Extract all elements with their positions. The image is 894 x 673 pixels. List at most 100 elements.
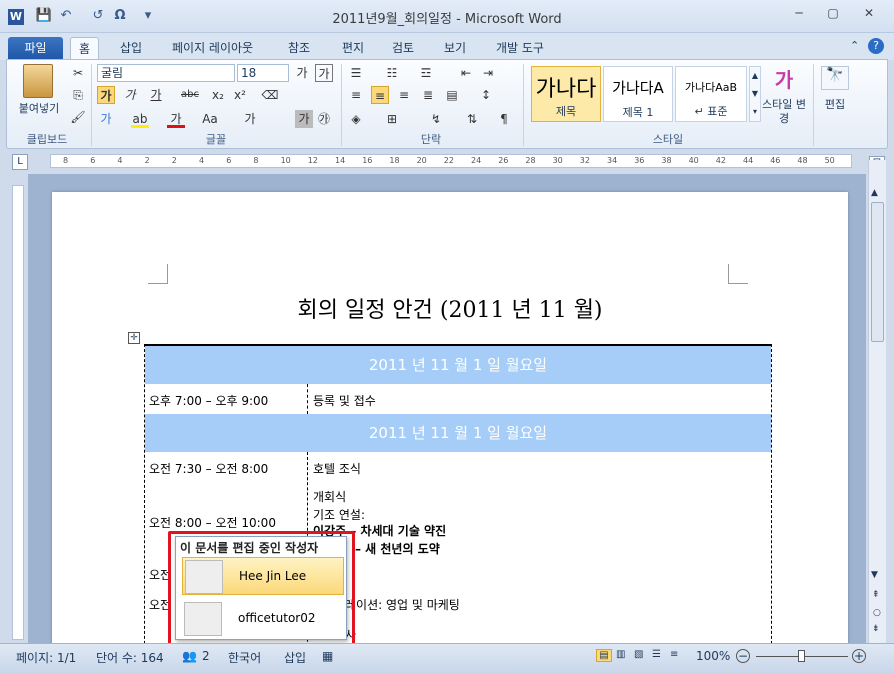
format-painter-icon[interactable]: 🖌 (69, 108, 87, 126)
sort-icon[interactable]: ⇅ (463, 110, 481, 128)
tab-references[interactable]: 참조 (280, 37, 318, 60)
macro-record-icon[interactable]: ▦ (322, 649, 333, 663)
character-shading-icon[interactable]: 가 (295, 110, 313, 128)
superscript-icon[interactable]: x² (231, 86, 249, 104)
tab-review[interactable]: 검토 (384, 37, 422, 60)
horizontal-ruler[interactable]: 8 6 4 2 2 4 6 8 10 12 14 16 18 20 22 24 26 28 30 32 34 36 38 40… (50, 154, 852, 168)
zoom-in-icon[interactable]: + (852, 649, 866, 663)
ruler-mark: 36 (634, 156, 645, 165)
tab-selector[interactable]: L (12, 154, 28, 170)
draft-icon[interactable]: ≡ (670, 649, 678, 660)
asian-layout-icon[interactable]: ↯ (427, 110, 445, 128)
vertical-ruler[interactable] (12, 185, 24, 640)
prev-page-icon[interactable]: ⇞ (872, 590, 880, 600)
paste-button[interactable]: 붙여넣기 (11, 100, 67, 116)
font-color-icon[interactable]: 가 (167, 110, 185, 128)
bold-icon[interactable]: 가 (97, 86, 115, 104)
tab-developer[interactable]: 개발 도구 (488, 37, 552, 60)
font-name-combo[interactable]: 굴림 (97, 64, 235, 82)
align-left-icon[interactable]: ≡ (347, 86, 365, 104)
scroll-up-icon[interactable]: ▲ (871, 188, 878, 198)
ruler-mark: 6 (90, 156, 96, 165)
clipboard-group-label: 클립보드 (26, 133, 68, 146)
shrink-font-icon[interactable]: 가 (315, 64, 333, 82)
increase-indent-icon[interactable]: ⇥ (479, 64, 497, 82)
strikethrough-icon[interactable]: abc (181, 86, 199, 104)
language-indicator[interactable]: 한국어 (228, 649, 261, 666)
ruler-mark: 4 (199, 156, 205, 165)
subscript-icon[interactable]: x₂ (209, 86, 227, 104)
browse-object-icon[interactable]: ○ (873, 608, 881, 618)
editing-button[interactable]: 편집 (815, 96, 855, 112)
status-bar: 페이지: 1/1 단어 수: 164 👥 2 한국어 삽입 ▦ ▤ ▥ ▧ ☰ … (0, 643, 894, 673)
table-cell-desc: 등록 및 접수 (313, 394, 376, 408)
restore-button[interactable]: ▢ (820, 6, 846, 24)
zoom-slider-thumb[interactable] (798, 650, 805, 662)
tab-insert[interactable]: 삽입 (112, 37, 150, 60)
tab-file[interactable]: 파일 (8, 37, 63, 60)
change-styles-icon[interactable]: 가 (767, 64, 801, 93)
change-case-icon[interactable]: Aa (201, 110, 219, 128)
underline-icon[interactable]: 가 (147, 86, 165, 104)
align-center-icon[interactable]: ≡ (371, 86, 389, 104)
scroll-thumb[interactable] (871, 202, 884, 342)
show-marks-icon[interactable]: ¶ (495, 110, 513, 128)
decrease-indent-icon[interactable]: ⇤ (457, 64, 475, 82)
bullets-icon[interactable]: ☰ (347, 64, 365, 82)
shading-icon[interactable]: ◈ (347, 110, 365, 128)
insert-mode-indicator[interactable]: 삽입 (284, 649, 306, 666)
grow-font-icon[interactable]: 가 (293, 64, 311, 82)
style-normal[interactable]: 가나다AaB ↵ 표준 (675, 66, 747, 122)
help-icon[interactable]: ? (868, 38, 884, 54)
window-title: 2011년9월_회의일정 - Microsoft Word (332, 12, 562, 27)
collapse-ribbon-icon[interactable]: ⌃ (850, 39, 859, 52)
vertical-scrollbar[interactable]: ▲ ▼ ⇞ ○ ⇟ (868, 160, 886, 645)
word-count[interactable]: 단어 수: 164 (96, 649, 164, 666)
style-heading1[interactable]: 가나다A 제목 1 (603, 66, 673, 122)
ruler-mark: 22 (443, 156, 454, 165)
borders-icon[interactable]: ⊞ (383, 110, 401, 128)
clear-format-icon[interactable]: ⌫ (261, 86, 279, 104)
paste-icon[interactable] (23, 64, 53, 98)
cut-icon[interactable]: ✂ (69, 64, 87, 82)
tab-page-layout[interactable]: 페이지 레이아웃 (164, 37, 261, 60)
styles-group-label: 스타일 (652, 133, 684, 146)
find-icon[interactable]: 🔭 (821, 66, 849, 90)
tab-mailings[interactable]: 편지 (334, 37, 372, 60)
table-move-handle[interactable]: ✛ (128, 332, 140, 344)
close-button[interactable]: ✕ (856, 6, 882, 24)
change-styles-button[interactable]: 스타일 변경 (761, 98, 807, 126)
tab-view[interactable]: 보기 (436, 37, 474, 60)
align-right-icon[interactable]: ≡ (395, 86, 413, 104)
styles-scroll[interactable]: ▲ ▼ ▾ (749, 66, 761, 122)
full-screen-reading-icon[interactable]: ▥ (616, 649, 625, 660)
authors-icon[interactable]: 👥 (182, 649, 197, 663)
font-size-combo[interactable]: 18 (237, 64, 289, 82)
phonetic-guide-icon[interactable]: 가 (241, 110, 259, 128)
copy-icon[interactable]: ⎘ (69, 86, 87, 104)
print-layout-icon[interactable]: ▤ (596, 649, 612, 662)
italic-icon[interactable]: 가 (121, 86, 139, 104)
zoom-out-icon[interactable]: − (736, 649, 750, 663)
outline-icon[interactable]: ☰ (652, 649, 661, 660)
zoom-level[interactable]: 100% (696, 649, 730, 663)
enclose-characters-icon[interactable]: ㉮ (315, 110, 333, 128)
highlight-color-icon[interactable]: ab (131, 110, 149, 128)
ruler-mark: 12 (307, 156, 318, 165)
style-title[interactable]: 가나다 제목 (531, 66, 601, 122)
scroll-down-icon[interactable]: ▼ (871, 570, 878, 580)
authors-count[interactable]: 2 (202, 649, 210, 663)
numbering-icon[interactable]: ☷ (383, 64, 401, 82)
tab-home[interactable]: 홈 (70, 37, 100, 60)
line-spacing-icon[interactable]: ↕ (477, 86, 495, 104)
table-cell-desc: 호텔 조식 (313, 462, 361, 476)
page-count[interactable]: 페이지: 1/1 (16, 649, 76, 666)
text-effects-icon[interactable]: 가 (97, 110, 115, 128)
table-cell-desc: 개회식 (313, 490, 347, 504)
distributed-icon[interactable]: ▤ (443, 86, 461, 104)
minimize-button[interactable]: ─ (786, 6, 812, 24)
web-layout-icon[interactable]: ▧ (634, 649, 643, 660)
multilevel-list-icon[interactable]: ☲ (417, 64, 435, 82)
justify-icon[interactable]: ≣ (419, 86, 437, 104)
next-page-icon[interactable]: ⇟ (872, 624, 880, 634)
